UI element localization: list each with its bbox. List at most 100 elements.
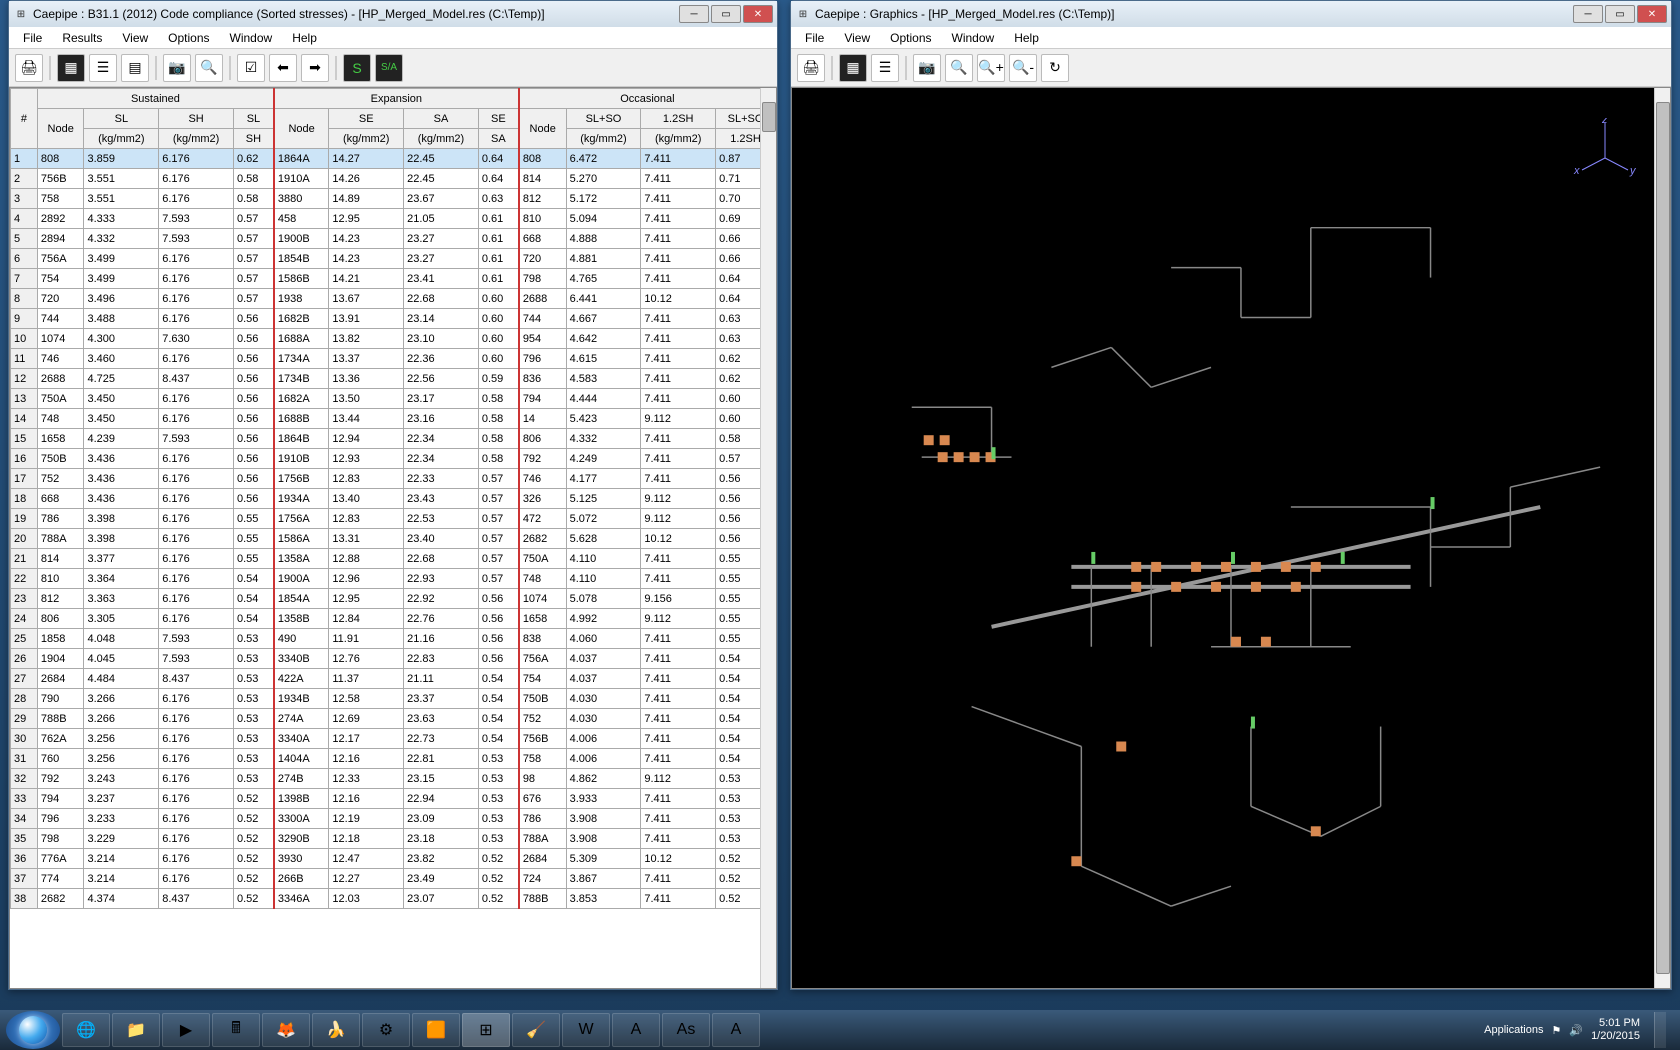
cell[interactable]: 7.411 xyxy=(641,889,716,909)
cell[interactable]: 0.63 xyxy=(478,189,518,209)
cell[interactable]: 1688A xyxy=(274,329,329,349)
cell[interactable]: 4.667 xyxy=(566,309,641,329)
word-icon[interactable]: W xyxy=(562,1013,610,1047)
cell[interactable]: 33 xyxy=(11,789,38,809)
cell[interactable]: 0.52 xyxy=(478,849,518,869)
cell[interactable]: 3.908 xyxy=(566,829,641,849)
cell[interactable]: 750A xyxy=(519,549,566,569)
cell[interactable]: 22.33 xyxy=(404,469,479,489)
cell[interactable]: 9.156 xyxy=(641,589,716,609)
cell[interactable]: 6.176 xyxy=(159,309,234,329)
cell[interactable]: 4.006 xyxy=(566,749,641,769)
cell[interactable]: 0.52 xyxy=(478,869,518,889)
table-row[interactable]: 2619044.0457.5930.533340B12.7622.830.567… xyxy=(11,649,776,669)
cell[interactable]: 0.53 xyxy=(233,649,273,669)
cell[interactable]: 3.450 xyxy=(84,409,159,429)
cell[interactable]: 13.50 xyxy=(329,389,404,409)
cell[interactable]: 0.56 xyxy=(233,449,273,469)
col-se[interactable]: SE xyxy=(329,109,404,129)
cell[interactable]: 5.309 xyxy=(566,849,641,869)
cell[interactable]: 6.176 xyxy=(159,809,234,829)
cell[interactable]: 23.15 xyxy=(404,769,479,789)
cell[interactable]: 0.52 xyxy=(233,849,273,869)
cell[interactable]: 3.214 xyxy=(84,869,159,889)
cell[interactable]: 756B xyxy=(519,729,566,749)
cell[interactable]: 0.64 xyxy=(478,169,518,189)
cell[interactable]: 1756B xyxy=(274,469,329,489)
cell[interactable]: 0.57 xyxy=(478,469,518,489)
cell[interactable]: 3880 xyxy=(274,189,329,209)
cell[interactable]: 12.95 xyxy=(329,209,404,229)
cell[interactable]: 23.40 xyxy=(404,529,479,549)
cell[interactable]: 1900A xyxy=(274,569,329,589)
cell[interactable]: 4.332 xyxy=(84,229,159,249)
group-sustained[interactable]: Sustained xyxy=(37,89,274,109)
cell[interactable]: 2684 xyxy=(519,849,566,869)
table-row[interactable]: 97443.4886.1760.561682B13.9123.140.60744… xyxy=(11,309,776,329)
cell[interactable]: 23.43 xyxy=(404,489,479,509)
zoom-in-button[interactable]: 🔍+ xyxy=(977,54,1005,82)
menu-options[interactable]: Options xyxy=(158,29,219,47)
firefox-icon[interactable]: 🦊 xyxy=(262,1013,310,1047)
cell[interactable]: 7.411 xyxy=(641,729,716,749)
cell[interactable]: 13.37 xyxy=(329,349,404,369)
cell[interactable]: 6.176 xyxy=(159,549,234,569)
cell[interactable]: 0.52 xyxy=(478,889,518,909)
table-row[interactable]: 87203.4966.1760.57193813.6722.680.602688… xyxy=(11,289,776,309)
cell[interactable]: 0.57 xyxy=(478,569,518,589)
cell[interactable]: 0.54 xyxy=(478,709,518,729)
cell[interactable]: 6.176 xyxy=(159,449,234,469)
cell[interactable]: 7.411 xyxy=(641,649,716,669)
cell[interactable]: 774 xyxy=(37,869,84,889)
cell[interactable]: 0.52 xyxy=(233,789,273,809)
cell[interactable]: 26 xyxy=(11,649,38,669)
zoom-out-button[interactable]: 🔍- xyxy=(1009,54,1037,82)
cell[interactable]: 0.55 xyxy=(233,549,273,569)
table-row[interactable]: 6756A3.4996.1760.571854B14.2323.270.6172… xyxy=(11,249,776,269)
table-row[interactable]: 16750B3.4366.1760.561910B12.9322.340.587… xyxy=(11,449,776,469)
cell[interactable]: 37 xyxy=(11,869,38,889)
cell[interactable]: 3.256 xyxy=(84,749,159,769)
cell[interactable]: 11.91 xyxy=(329,629,404,649)
cell[interactable]: 6.176 xyxy=(159,509,234,529)
cell[interactable]: 4.006 xyxy=(566,729,641,749)
cell[interactable]: 0.52 xyxy=(233,809,273,829)
cell[interactable]: 0.61 xyxy=(478,249,518,269)
cell[interactable]: 9.112 xyxy=(641,769,716,789)
cell[interactable]: 6.176 xyxy=(159,289,234,309)
cell[interactable]: 3346A xyxy=(274,889,329,909)
cell[interactable]: 0.54 xyxy=(478,669,518,689)
cell[interactable]: 5.125 xyxy=(566,489,641,509)
cell[interactable]: 274B xyxy=(274,769,329,789)
cell[interactable]: 3.867 xyxy=(566,869,641,889)
cell[interactable]: 7.411 xyxy=(641,249,716,269)
view-grid-button[interactable]: ▦ xyxy=(839,54,867,82)
cell[interactable]: 12.76 xyxy=(329,649,404,669)
cell[interactable]: 794 xyxy=(37,789,84,809)
cell[interactable]: 788A xyxy=(519,829,566,849)
cell[interactable]: 3.305 xyxy=(84,609,159,629)
cell[interactable]: 720 xyxy=(519,249,566,269)
cell[interactable]: 4.444 xyxy=(566,389,641,409)
cell[interactable]: 1658 xyxy=(37,429,84,449)
sa-button[interactable]: S/A xyxy=(375,54,403,82)
cell[interactable]: 12.58 xyxy=(329,689,404,709)
cell[interactable]: 23.27 xyxy=(404,249,479,269)
cell[interactable]: 4.992 xyxy=(566,609,641,629)
cell[interactable]: 1904 xyxy=(37,649,84,669)
cell[interactable]: 0.57 xyxy=(478,489,518,509)
cell[interactable]: 16 xyxy=(11,449,38,469)
cell[interactable]: 1688B xyxy=(274,409,329,429)
cell[interactable]: 6 xyxy=(11,249,38,269)
cell[interactable]: 756A xyxy=(37,249,84,269)
cell[interactable]: 7.411 xyxy=(641,429,716,449)
table-row[interactable]: 228103.3646.1760.541900A12.9622.930.5774… xyxy=(11,569,776,589)
cell[interactable]: 4.030 xyxy=(566,709,641,729)
cell[interactable]: 7.630 xyxy=(159,329,234,349)
zoom-button[interactable]: 🔍 xyxy=(195,54,223,82)
col-node-s[interactable]: Node xyxy=(37,109,84,149)
cell[interactable]: 4.110 xyxy=(566,569,641,589)
cell[interactable]: 3.266 xyxy=(84,689,159,709)
cell[interactable]: 4.765 xyxy=(566,269,641,289)
cell[interactable]: 0.62 xyxy=(233,149,273,169)
